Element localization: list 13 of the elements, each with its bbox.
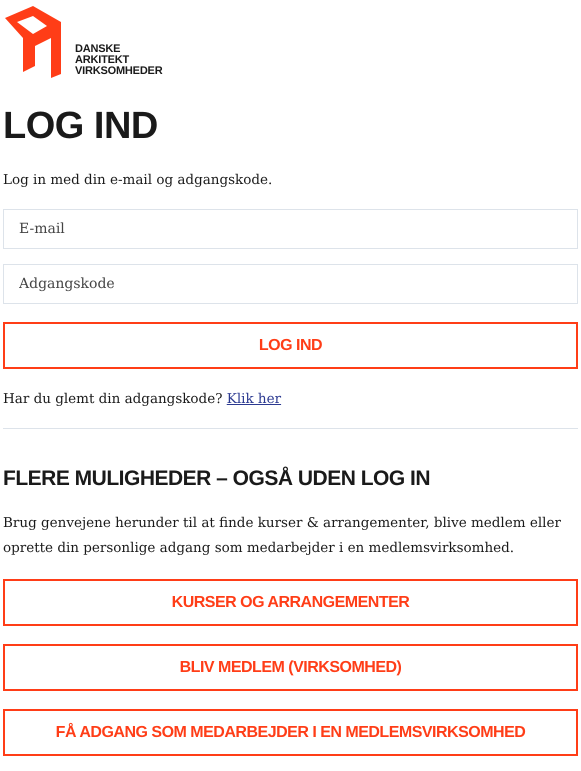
- section-text: Brug genvejene herunder til at finde kurser & arrangementer, blive medlem eller oprette din personlige adgang som medarbejder i en medlemsvirksomhed.: [3, 514, 562, 558]
- forgot-password-link[interactable]: Klik her: [226, 391, 282, 407]
- shortcut-button[interactable]: KURSER OG ARRANGEMENTER: [3, 579, 578, 626]
- shortcut-button[interactable]: FÅ ADGANG SOM MEDARBEJDER I EN MEDLEMSVIRKSOMHED: [3, 709, 578, 756]
- login-button[interactable]: LOG IND: [3, 322, 578, 369]
- input-field[interactable]: Adgangskode: [3, 264, 578, 304]
- logo-wordmark: DANSKE ARKITEKT VIRKSOMHEDER: [75, 44, 162, 77]
- shortcut-button[interactable]: BLIV MEDLEM (VIRKSOMHED): [3, 644, 578, 691]
- intro-text: Log in med din e-mail og adgangskode.: [3, 171, 274, 190]
- page-title: LOG IND: [3, 104, 159, 148]
- input-field[interactable]: E-mail: [3, 209, 578, 249]
- section-heading: FLERE MULIGHEDER – OGSÅ UDEN LOG IN: [3, 467, 432, 491]
- forgot-password-text: Har du glemt din adgangskode? Klik her: [3, 390, 282, 409]
